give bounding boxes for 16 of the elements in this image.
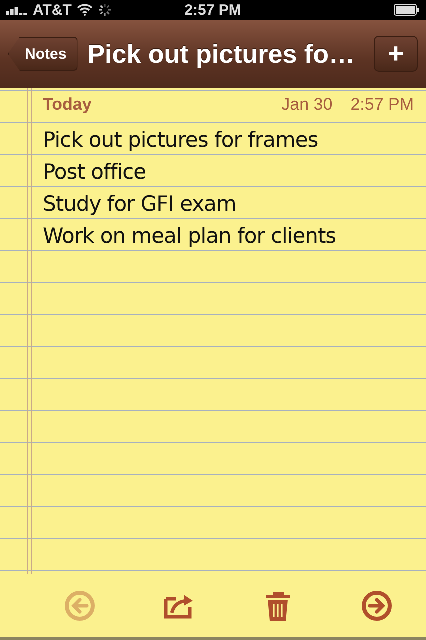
battery-icon [394,4,420,16]
add-button[interactable]: + [374,36,418,72]
carrier-name: AT&T [33,2,72,18]
activity-spinner-icon [98,3,112,17]
note-line: Work on meal plan for clients [43,223,338,250]
note-day: Today [43,95,92,115]
wifi-icon [76,4,93,16]
signal-icon [6,5,28,15]
note-time: 2:57 PM [350,95,414,115]
note-line: Pick out pictures for frames [43,127,320,154]
clock: 2:57 PM [184,2,242,18]
nav-title: Pick out pictures fo… [88,38,356,70]
note-date: Jan 30 [282,95,333,115]
note-line: Post office [43,159,148,186]
back-button[interactable]: Notes [8,37,78,71]
note-line: Study for GFI exam [43,191,238,218]
